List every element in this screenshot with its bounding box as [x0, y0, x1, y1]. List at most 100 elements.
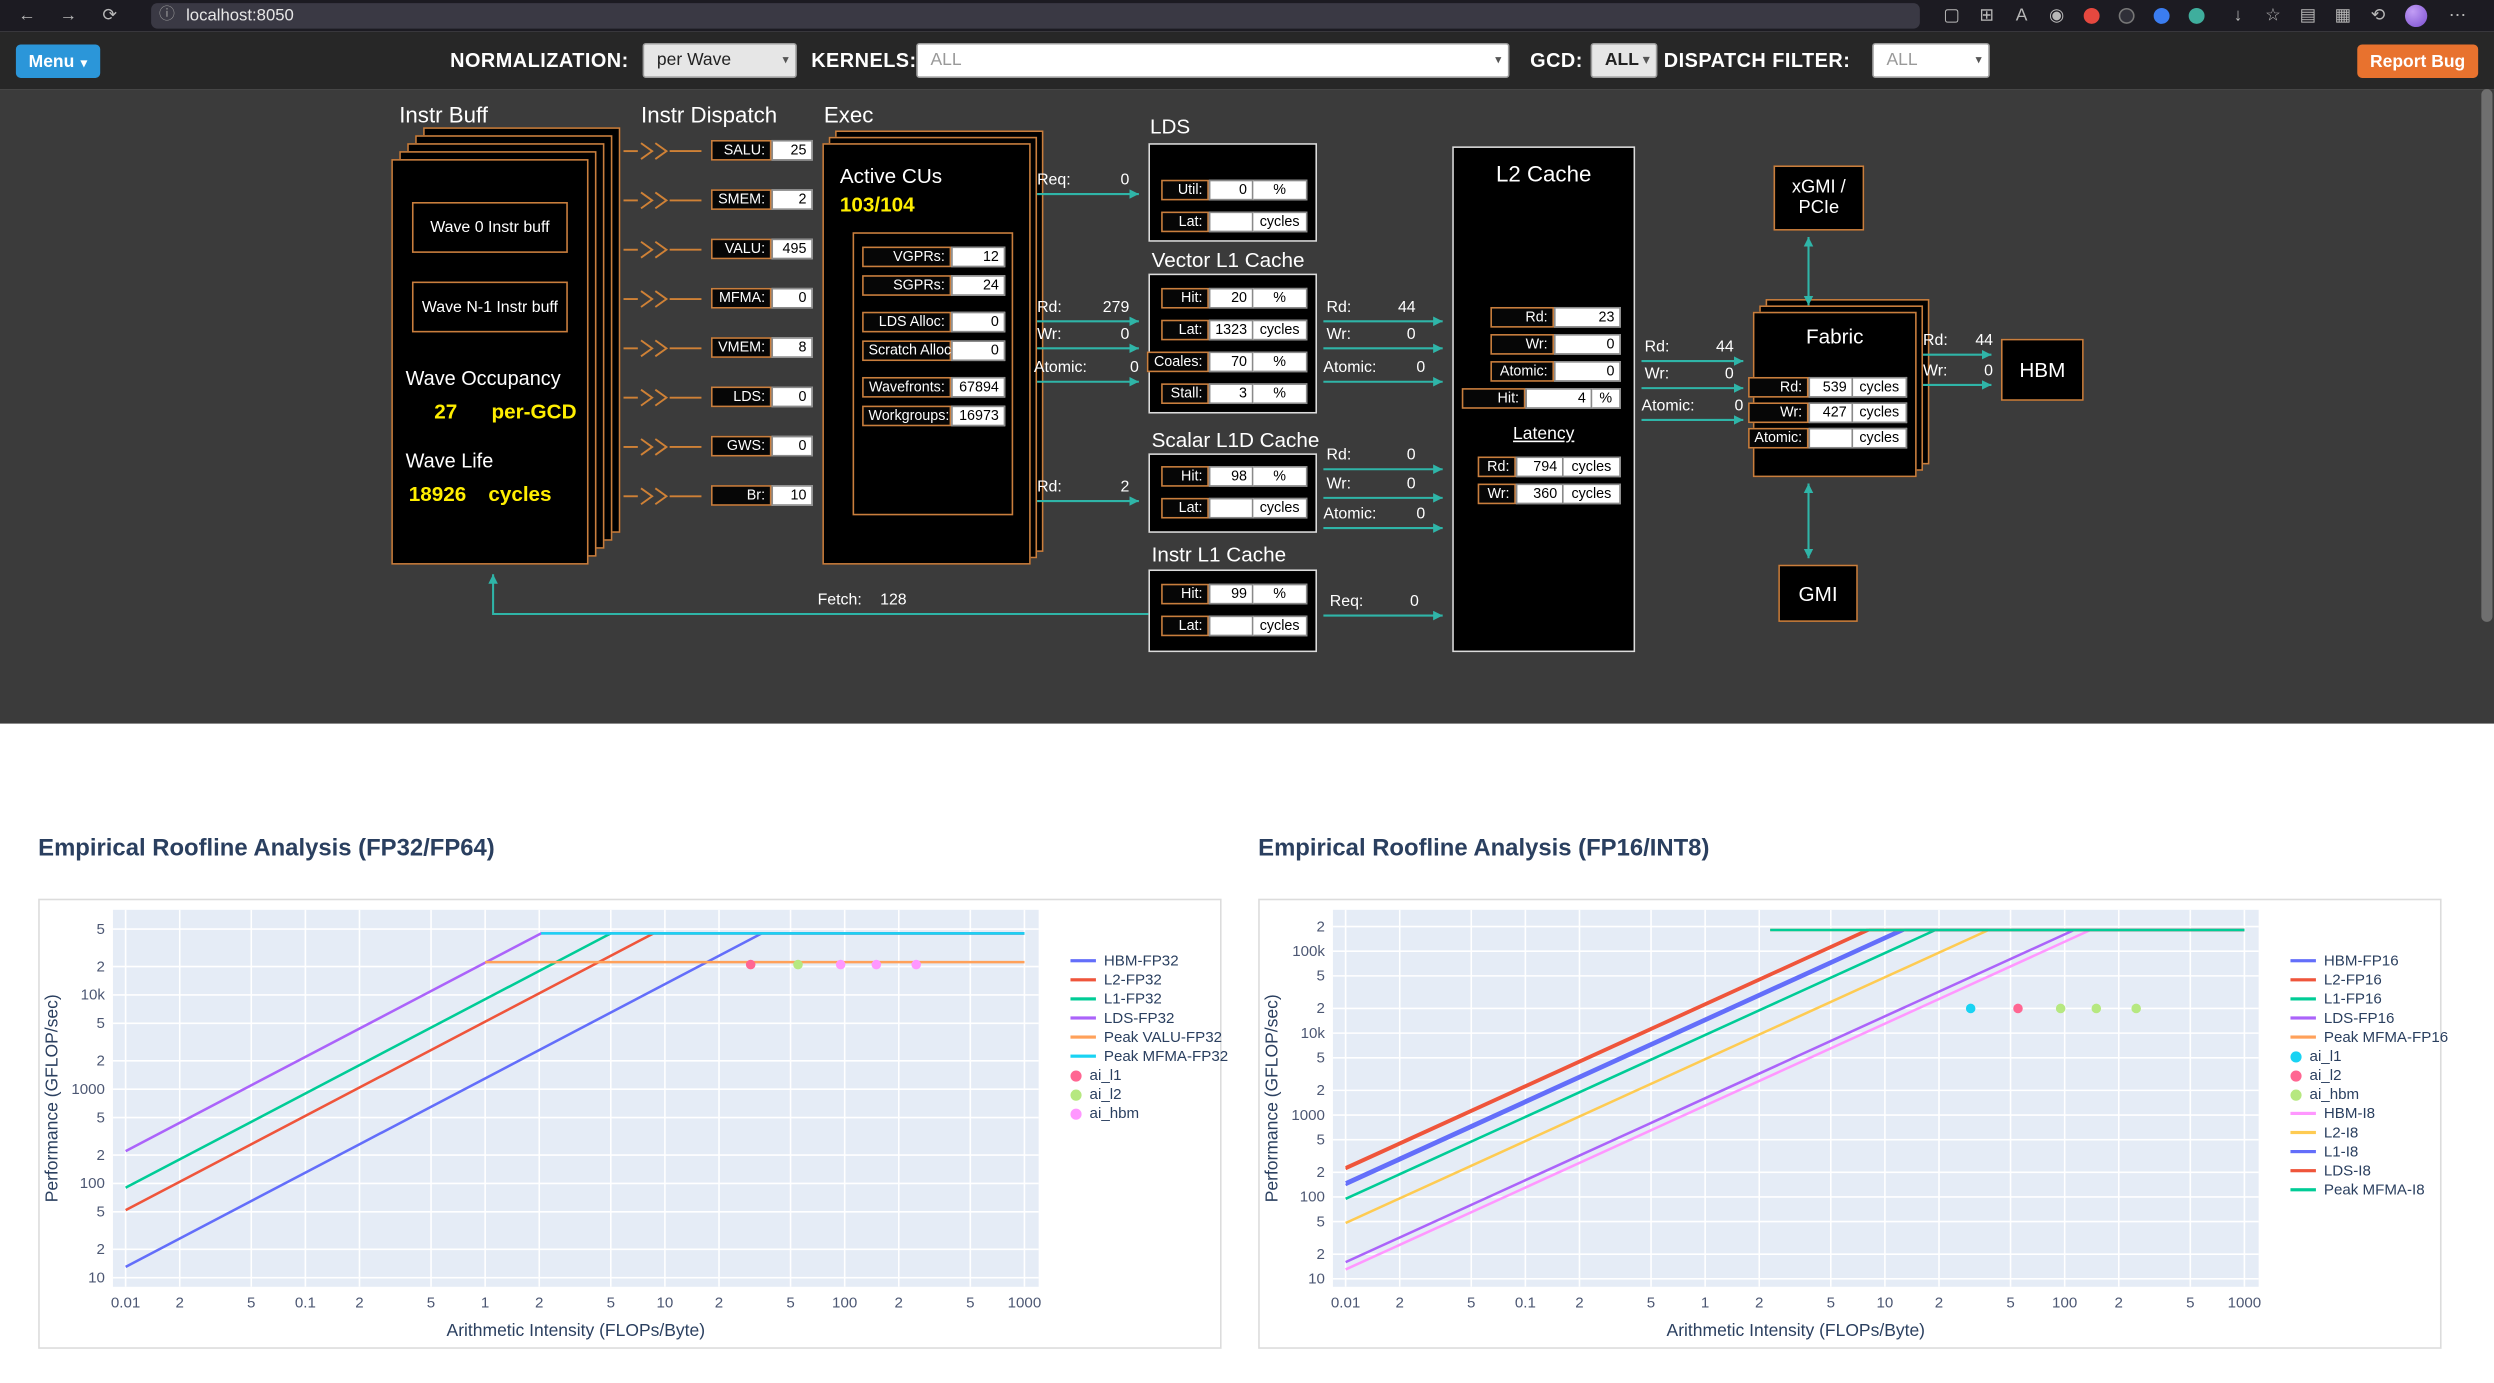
svg-text:1000: 1000 — [71, 1081, 105, 1098]
legend-item[interactable]: Peak MFMA-I8 — [2290, 1180, 2448, 1199]
history-icon[interactable]: ⟲ — [2364, 0, 2393, 32]
roofline-fp16-title: Empirical Roofline Analysis (FP16/INT8) — [1258, 835, 1709, 862]
metric-row: Lat:cycles — [1161, 616, 1307, 637]
extension-icon-dark[interactable] — [2119, 8, 2135, 24]
metric-row: Hit:20% — [1148, 288, 1308, 309]
legend-item[interactable]: LDS-FP16 — [2290, 1008, 2448, 1027]
legend-item[interactable]: HBM-I8 — [2290, 1104, 2448, 1123]
legend-item[interactable]: L2-FP16 — [2290, 970, 2448, 989]
legend-label: ai_l1 — [2310, 1047, 2342, 1064]
metric-label: Lat: — [1161, 616, 1209, 637]
legend-item[interactable]: HBM-FP16 — [2290, 951, 2448, 970]
legend-item[interactable]: L2-FP32 — [1070, 970, 1228, 989]
gcd-select[interactable]: ALL — [1591, 43, 1658, 78]
scrollbar-thumb[interactable] — [2481, 89, 2492, 622]
metric-unit: % — [1253, 584, 1307, 605]
address-bar[interactable]: ⓘ localhost:8050 — [151, 3, 1920, 28]
legend-item[interactable]: HBM-FP32 — [1070, 951, 1228, 970]
legend-item[interactable]: Peak MFMA-FP16 — [2290, 1028, 2448, 1047]
legend-item[interactable]: ai_hbm — [1070, 1104, 1228, 1123]
legend-label: LDS-FP32 — [1104, 1009, 1175, 1026]
l2-cache-title: L2 Cache — [1454, 161, 1634, 186]
svg-text:5: 5 — [427, 1294, 435, 1311]
svg-text:100k: 100k — [1292, 943, 1325, 960]
viewport: ← → ⟳ ⓘ localhost:8050 ▢ ⊞ A ◉ ↓ ☆ ▤ ▦ ⟲… — [0, 0, 2494, 1383]
menu-button[interactable]: Menu▾ — [16, 45, 100, 78]
legend-item[interactable]: LDS-FP32 — [1070, 1008, 1228, 1027]
account-avatar[interactable] — [2405, 5, 2427, 27]
app-menu-icon[interactable]: ⋯ — [2443, 0, 2472, 32]
back-icon[interactable]: ← — [13, 0, 42, 32]
metric-value — [1209, 616, 1254, 637]
legend-item[interactable]: ai_l2 — [2290, 1066, 2448, 1085]
downloads-icon[interactable]: ↓ — [2224, 0, 2253, 32]
legend-item[interactable]: ai_hbm — [2290, 1085, 2448, 1104]
roofline-fp32-title: Empirical Roofline Analysis (FP32/FP64) — [38, 835, 495, 862]
legend-swatch — [2290, 978, 2315, 981]
legend-item[interactable]: LDS-I8 — [2290, 1161, 2448, 1180]
legend-label: HBM-FP16 — [2324, 952, 2399, 969]
vector-l1-title: Vector L1 Cache — [1152, 248, 1305, 272]
vector-l1-box: Hit:20%Lat:1323cyclesCoales:70%Stall:3% — [1148, 274, 1317, 414]
dispatch-filter-select[interactable]: ALL — [1872, 43, 1990, 78]
screenshot-icon[interactable]: ▢ — [1937, 0, 1966, 32]
report-bug-button[interactable]: Report Bug — [2357, 45, 2478, 78]
metric-value: 3 — [1209, 383, 1254, 404]
legend-item[interactable]: L1-FP16 — [2290, 989, 2448, 1008]
legend-item[interactable]: ai_l1 — [1070, 1066, 1228, 1085]
extension-icon-red[interactable] — [2084, 8, 2100, 24]
reload-icon[interactable]: ⟳ — [95, 0, 124, 32]
metric-value — [1209, 212, 1254, 233]
reader-mode-icon[interactable]: A — [2007, 0, 2036, 32]
legend-item[interactable]: ai_l2 — [1070, 1085, 1228, 1104]
extension-icon-blue[interactable] — [2154, 8, 2170, 24]
metric-label: Stall: — [1161, 383, 1209, 404]
metric-label: Rd: — [1478, 457, 1516, 478]
normalization-select[interactable]: per Wave — [643, 43, 797, 78]
legend-swatch — [2290, 959, 2315, 962]
legend-item[interactable]: L2-I8 — [2290, 1123, 2448, 1142]
svg-text:10k: 10k — [1301, 1025, 1326, 1042]
svg-text:10: 10 — [1876, 1294, 1893, 1311]
metric-row: Lat:cycles — [1161, 212, 1307, 233]
sidebar-icon[interactable]: ▦ — [2329, 0, 2358, 32]
library-icon[interactable]: ▤ — [2294, 0, 2323, 32]
metric-label: Rd: — [1490, 307, 1554, 328]
metric-row: Hit:4% — [1462, 388, 1621, 409]
metric-value — [1809, 428, 1854, 449]
instr-l1-box: Hit:99%Lat:cycles — [1148, 569, 1317, 652]
metric-row: Workgroups:16973 — [862, 406, 1005, 427]
metric-value: 16973 — [951, 406, 1005, 427]
metric-value: 4 — [1525, 388, 1592, 409]
extension-icon-teal[interactable] — [2189, 8, 2205, 24]
roofline-plot: 0.01250.12512510251002510001025100251000… — [1260, 900, 2440, 1347]
legend-swatch — [2290, 1169, 2315, 1172]
legend-item[interactable]: Peak MFMA-FP32 — [1070, 1047, 1228, 1066]
svg-text:1000: 1000 — [2228, 1294, 2262, 1311]
site-info-icon[interactable]: ⓘ — [159, 3, 175, 28]
legend-item[interactable]: ai_l1 — [2290, 1047, 2448, 1066]
bookmark-icon[interactable]: ☆ — [2259, 0, 2288, 32]
flow-sl1-l2-wr: Wr:0 — [1327, 476, 1416, 493]
legend-swatch — [1070, 997, 1095, 1000]
extensions-grid-icon[interactable]: ⊞ — [1972, 0, 2001, 32]
legend-swatch — [2290, 1131, 2315, 1134]
legend-item[interactable]: L1-FP32 — [1070, 989, 1228, 1008]
shield-icon[interactable]: ◉ — [2042, 0, 2071, 32]
wave-life-label: Wave Life — [406, 450, 494, 472]
svg-text:2: 2 — [97, 1147, 105, 1164]
instr-dispatch-title: Instr Dispatch — [641, 102, 777, 127]
l2-cache-box: L2 Cache Rd:23Wr:0Atomic:0Hit:4% Latency… — [1452, 146, 1635, 652]
legend-swatch — [1070, 978, 1095, 981]
flow-sl1-l2-rd: Rd:0 — [1327, 447, 1416, 464]
legend-item[interactable]: L1-I8 — [2290, 1142, 2448, 1161]
metric-unit: cycles — [1564, 457, 1621, 478]
kernels-select[interactable]: ALL — [916, 43, 1509, 78]
forward-icon[interactable]: → — [54, 0, 83, 32]
metric-label: VGPRs: — [862, 247, 951, 268]
metric-unit: cycles — [1853, 428, 1907, 449]
metric-row: Wr:360cycles — [1478, 484, 1621, 505]
legend-label: L1-FP16 — [2324, 990, 2382, 1007]
app-toolbar: Menu▾ NORMALIZATION: per Wave KERNELS: A… — [0, 32, 2494, 89]
legend-item[interactable]: Peak VALU-FP32 — [1070, 1028, 1228, 1047]
